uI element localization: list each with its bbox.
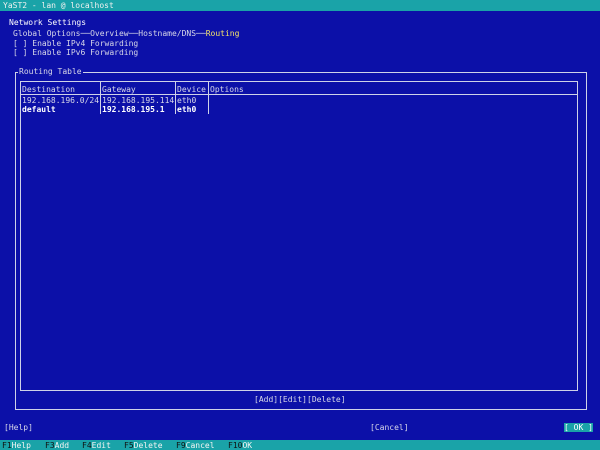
ok-button[interactable]: [ OK ] bbox=[564, 423, 593, 432]
header-divider bbox=[21, 94, 577, 95]
tab-separator: ── bbox=[80, 29, 91, 38]
function-key-bar: F1Help F3Add F4Edit F5Delete F9Cancel F1… bbox=[0, 440, 600, 450]
fkey-delete[interactable]: F5Delete bbox=[124, 441, 163, 450]
table-buttons: [Add][Edit][Delete] bbox=[254, 395, 346, 404]
cell-device: eth0 bbox=[177, 105, 197, 114]
ipv4-forwarding-checkbox[interactable]: [ ] Enable IPv4 Forwarding bbox=[13, 39, 138, 48]
cell-device: eth0 bbox=[177, 96, 197, 105]
cell-destination: 192.168.196.0/24 bbox=[22, 96, 100, 105]
cell-gateway: 192.168.195.1 bbox=[102, 105, 165, 114]
checkbox-mark[interactable]: [ ] bbox=[13, 39, 27, 48]
tab-separator: ── bbox=[128, 29, 139, 38]
routing-table[interactable] bbox=[20, 81, 578, 391]
cell-gateway: 192.168.195.114 bbox=[102, 96, 175, 105]
window-title: YaST2 - lan @ localhost bbox=[3, 1, 114, 10]
fkey-cancel[interactable]: F9Cancel bbox=[176, 441, 215, 450]
checkbox-label: Enable IPv4 Forwarding bbox=[32, 39, 139, 48]
column-header-options[interactable]: Options bbox=[210, 85, 244, 94]
help-button[interactable]: [Help] bbox=[4, 423, 33, 432]
dialog-title: Network Settings bbox=[9, 18, 87, 27]
add-button[interactable]: [Add] bbox=[254, 395, 278, 404]
column-divider bbox=[100, 82, 101, 114]
tab-separator: ── bbox=[196, 29, 206, 38]
tab-hostname-dns[interactable]: Hostname/DNS bbox=[138, 29, 196, 38]
column-header-gateway[interactable]: Gateway bbox=[102, 85, 136, 94]
tab-routing[interactable]: Routing bbox=[206, 29, 240, 38]
fkey-ok[interactable]: F10OK bbox=[228, 441, 252, 450]
column-header-device[interactable]: Device bbox=[177, 85, 206, 94]
window-title-bar: YaST2 - lan @ localhost bbox=[0, 0, 600, 11]
routing-table-title: Routing Table bbox=[18, 67, 83, 76]
cancel-button[interactable]: [Cancel] bbox=[370, 423, 409, 432]
checkbox-mark[interactable]: [ ] bbox=[13, 48, 27, 57]
cell-destination: default bbox=[22, 105, 56, 114]
tab-global-options[interactable]: Global Options bbox=[13, 29, 80, 38]
tab-bar: Global Options──Overview──Hostname/DNS──… bbox=[13, 29, 239, 38]
tab-overview[interactable]: Overview bbox=[90, 29, 129, 38]
column-header-destination[interactable]: Destination bbox=[22, 85, 75, 94]
column-divider bbox=[175, 82, 176, 114]
edit-button[interactable]: [Edit] bbox=[278, 395, 307, 404]
delete-button[interactable]: [Delete] bbox=[307, 395, 346, 404]
fkey-help[interactable]: F1Help bbox=[2, 441, 31, 450]
checkbox-label: Enable IPv6 Forwarding bbox=[32, 48, 139, 57]
column-divider bbox=[208, 82, 209, 114]
ipv6-forwarding-checkbox[interactable]: [ ] Enable IPv6 Forwarding bbox=[13, 48, 138, 57]
fkey-add[interactable]: F3Add bbox=[45, 441, 69, 450]
fkey-edit[interactable]: F4Edit bbox=[82, 441, 111, 450]
